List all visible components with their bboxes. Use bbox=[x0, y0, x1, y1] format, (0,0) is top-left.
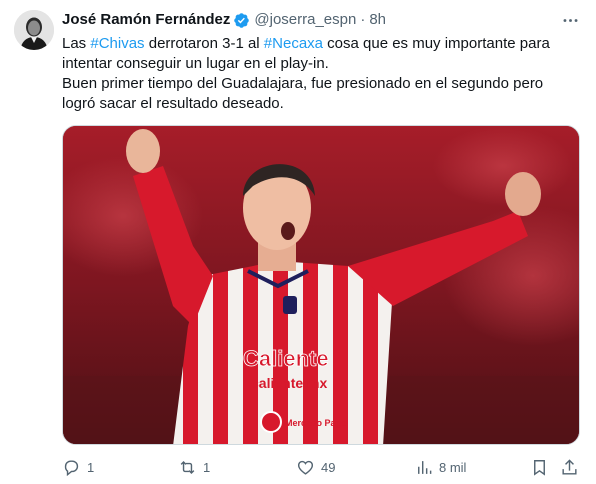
raised-right-fist bbox=[505, 172, 541, 216]
view-count: 8 mil bbox=[439, 459, 467, 475]
tweet-text-line-4: logró sacar el resultado deseado. bbox=[62, 95, 284, 112]
text-segment: Las bbox=[62, 35, 91, 52]
bookmark-icon bbox=[530, 458, 549, 477]
verified-badge-icon bbox=[233, 12, 250, 29]
tweet-text-line-3: Buen primer tiempo del Guadalajara, fue … bbox=[62, 75, 544, 92]
separator-dot: · bbox=[360, 11, 366, 28]
reply-button[interactable]: 1 bbox=[62, 456, 94, 478]
jersey-sponsor-url: caliente.mx bbox=[251, 375, 327, 391]
jersey-sponsor-main: Caliente bbox=[243, 346, 329, 371]
reply-icon bbox=[62, 458, 81, 477]
more-horizontal-icon[interactable] bbox=[560, 10, 580, 30]
share-icon bbox=[560, 458, 579, 477]
timestamp[interactable]: 8h bbox=[369, 10, 386, 30]
tweet-actions: 1 1 49 8 mil bbox=[62, 456, 582, 478]
text-segment: derrotaron 3-1 al bbox=[144, 35, 264, 52]
avatar[interactable] bbox=[14, 10, 54, 50]
tweet-text-line-1: Las #Chivas derrotaron 3-1 al #Necaxa co… bbox=[62, 34, 582, 54]
repost-count: 1 bbox=[203, 459, 211, 475]
like-button[interactable]: 49 bbox=[296, 456, 335, 478]
tweet-photo[interactable]: Caliente caliente.mx Mercado Pago bbox=[62, 125, 580, 445]
author-name[interactable]: José Ramón Fernández bbox=[62, 10, 230, 30]
share-button[interactable] bbox=[560, 456, 579, 478]
hashtag-chivas[interactable]: #Chivas bbox=[90, 35, 144, 52]
hashtag-necaxa[interactable]: #Necaxa bbox=[264, 35, 323, 52]
repost-icon bbox=[178, 458, 197, 477]
jersey-sleeve-sponsor: Mercado Pago bbox=[285, 418, 347, 428]
views-chart-icon bbox=[414, 458, 433, 477]
repost-button[interactable]: 1 bbox=[178, 456, 210, 478]
avatar-image bbox=[14, 10, 54, 50]
bookmark-button[interactable] bbox=[530, 456, 549, 478]
views-button[interactable]: 8 mil bbox=[414, 456, 466, 478]
reply-count: 1 bbox=[87, 459, 95, 475]
tweet-header: José Ramón Fernández @joserra_espn · 8h bbox=[62, 10, 386, 30]
club-crest bbox=[283, 296, 297, 314]
tweet-text: Las #Chivas derrotaron 3-1 al #Necaxa co… bbox=[62, 34, 582, 114]
raised-left-fist bbox=[126, 129, 160, 173]
tweet-card[interactable]: José Ramón Fernández @joserra_espn · 8h … bbox=[0, 0, 596, 484]
author-handle[interactable]: @joserra_espn bbox=[254, 10, 356, 30]
tweet-text-line-2: intentar conseguir un lugar en el play-i… bbox=[62, 55, 329, 72]
like-count: 49 bbox=[321, 459, 336, 475]
text-segment: cosa que es muy importante para bbox=[323, 35, 550, 52]
heart-icon bbox=[296, 458, 315, 477]
